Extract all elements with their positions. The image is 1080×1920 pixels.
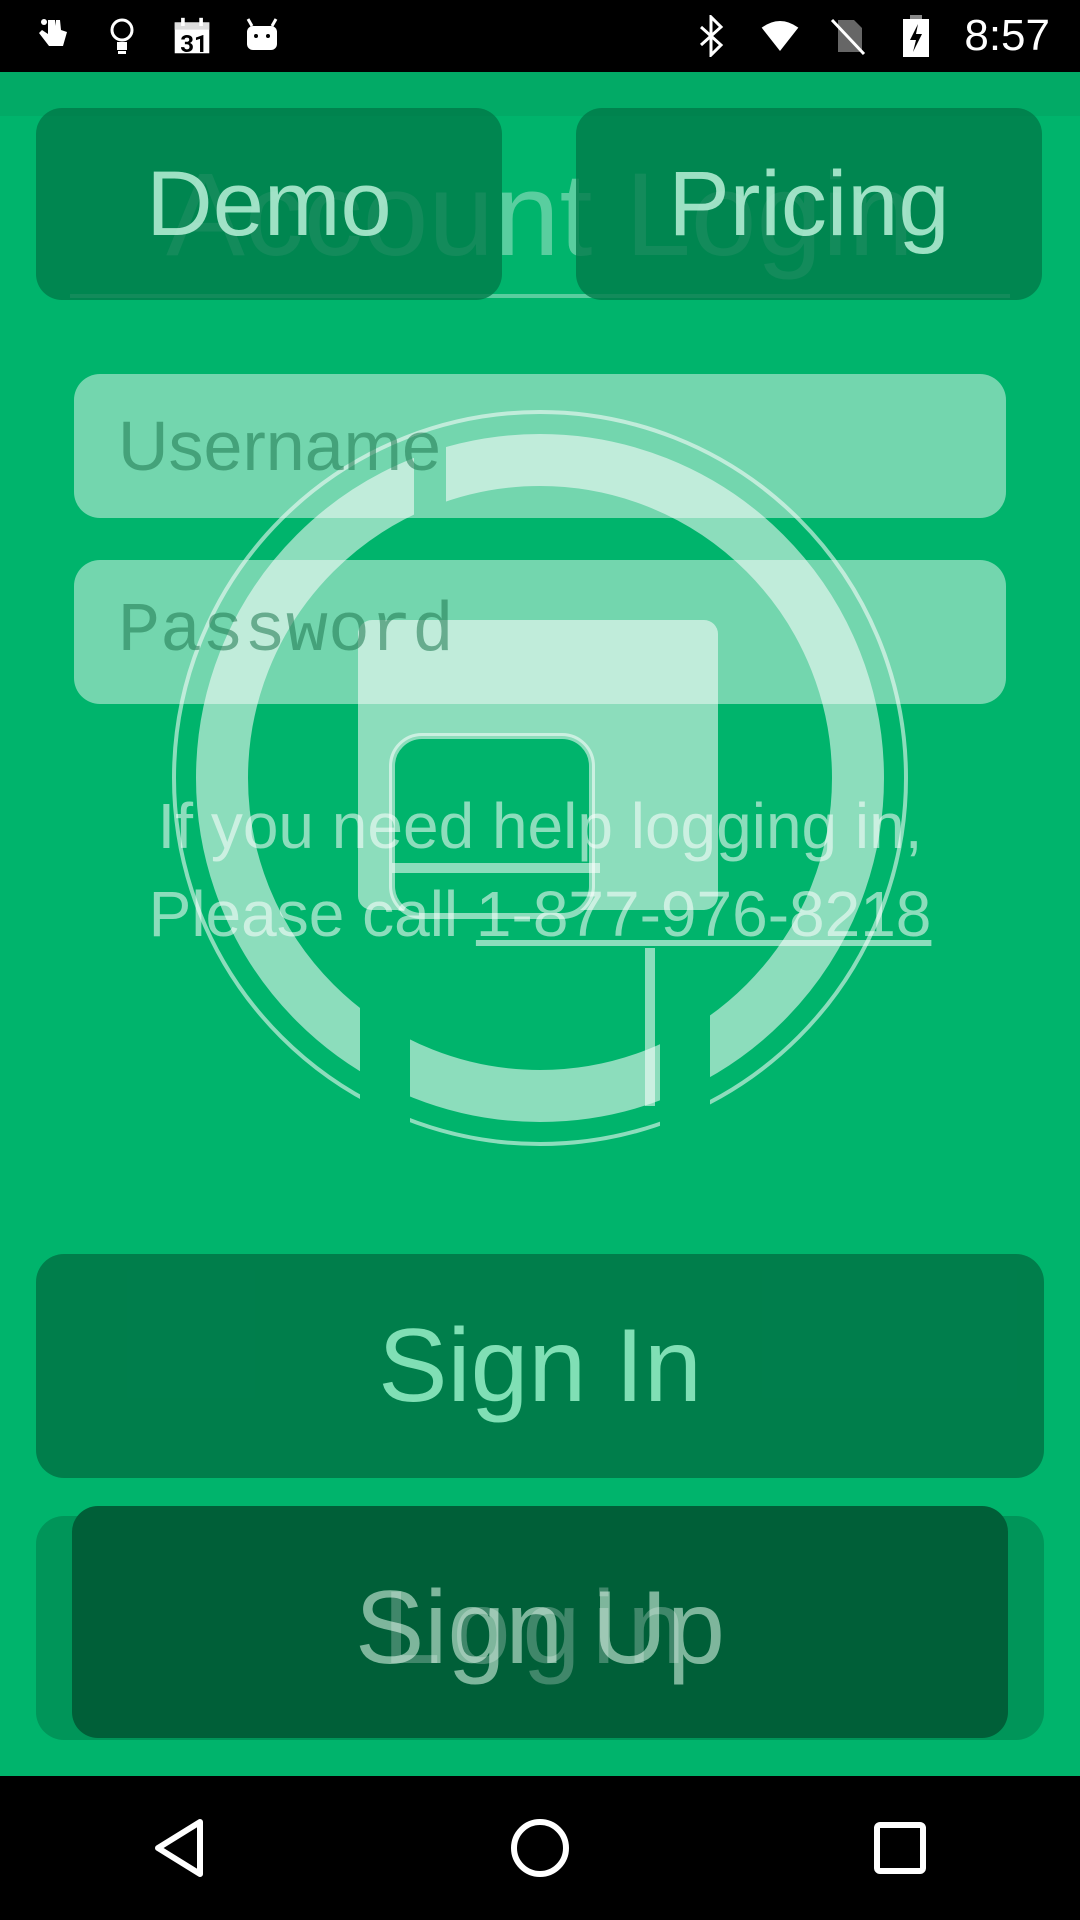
login-screen: Account Login Demo Pricing If you need h… [0,72,1080,1776]
app-logo-icon [172,410,908,1146]
android-icon [242,16,282,56]
lightbulb-icon [102,16,142,56]
back-icon[interactable] [130,1798,230,1898]
calendar-day: 31 [180,30,208,58]
help-text: If you need help logging in, Please call… [40,782,1040,958]
help-line-1: If you need help logging in, [157,790,923,862]
sign-in-button[interactable]: Sign In [36,1254,1044,1478]
demo-button[interactable]: Demo [36,108,502,300]
wifi-icon [760,16,800,56]
password-input[interactable] [116,591,1006,673]
clock: 8:57 [964,11,1050,60]
touch-icon [32,16,72,56]
username-input[interactable] [116,405,1006,487]
status-bar: 31 8:57 [0,0,1080,72]
home-icon[interactable] [490,1798,590,1898]
help-line-2-prefix: Please call [148,878,476,950]
no-sim-icon [828,16,868,56]
navigation-bar [0,1776,1080,1920]
recents-icon[interactable] [850,1798,950,1898]
password-field[interactable] [74,560,1006,704]
battery-charging-icon [896,15,936,57]
login-label: Login [382,1569,698,1686]
calendar-icon: 31 [172,16,212,58]
username-field[interactable] [74,374,1006,518]
pricing-button[interactable]: Pricing [576,108,1042,300]
bluetooth-icon [692,15,732,57]
phone-link[interactable]: 1-877-976-8218 [476,878,931,950]
help-line-2: Please call 1-877-976-8218 [40,870,1040,958]
